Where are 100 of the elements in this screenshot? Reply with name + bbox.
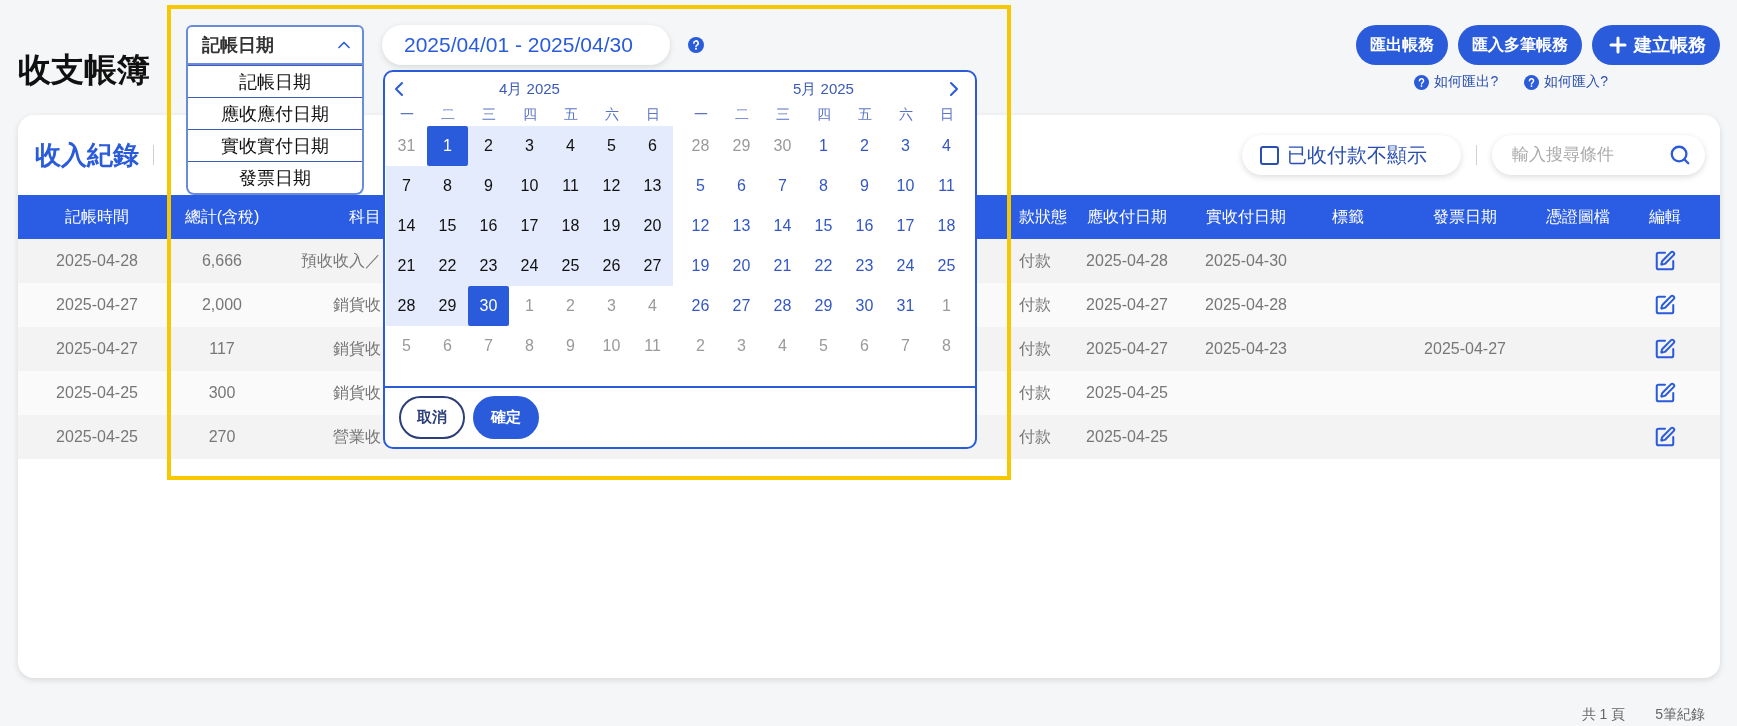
calendar-day[interactable]: 5: [591, 126, 632, 166]
calendar-day[interactable]: 14: [386, 206, 427, 246]
table-cell-text: 2025-04-27: [1085, 296, 1169, 314]
table-cell-text: 2025-04-27: [55, 340, 139, 358]
calendar-day[interactable]: 1: [427, 126, 468, 166]
edit-icon[interactable]: [1654, 338, 1676, 360]
edit-icon[interactable]: [1654, 250, 1676, 272]
weekday-label: 三: [774, 106, 791, 124]
calendar-day[interactable]: 11: [550, 166, 591, 206]
calendar-day[interactable]: 30: [844, 286, 885, 326]
calendar-day[interactable]: 28: [762, 286, 803, 326]
calendar-day[interactable]: 2: [844, 126, 885, 166]
calendar-day[interactable]: 27: [721, 286, 762, 326]
calendar-day[interactable]: 9: [844, 166, 885, 206]
table-cell-text: 2025-04-23: [1204, 340, 1288, 358]
edit-icon[interactable]: [1654, 382, 1676, 404]
calendar-day[interactable]: 20: [721, 246, 762, 286]
confirm-button[interactable]: 確定: [473, 396, 539, 439]
calendar-day[interactable]: 21: [762, 246, 803, 286]
calendar-day[interactable]: 4: [926, 126, 967, 166]
calendar-day[interactable]: 10: [509, 166, 550, 206]
calendar-day[interactable]: 26: [591, 246, 632, 286]
hide-paid-checkbox[interactable]: 已收付款不顯示: [1242, 135, 1461, 175]
calendar-day[interactable]: 13: [632, 166, 673, 206]
edit-icon[interactable]: [1654, 294, 1676, 316]
month-title: 4月 2025: [498, 79, 561, 99]
column-header: 發票日期: [1432, 206, 1498, 227]
table-cell-text: 2025-04-28: [1204, 296, 1288, 314]
action-button[interactable]: 匯出帳務: [1356, 25, 1448, 65]
calendar-day[interactable]: 6: [721, 166, 762, 206]
date-range-field[interactable]: 2025/04/01 - 2025/04/30: [382, 25, 670, 65]
table-cell-text: 2025-04-25: [55, 384, 139, 402]
table-cell-text: 付款: [1018, 338, 1052, 359]
help-link[interactable]: 如何匯入?: [1524, 73, 1608, 91]
calendar-day[interactable]: 12: [591, 166, 632, 206]
calendar-day[interactable]: 24: [509, 246, 550, 286]
calendar-day[interactable]: 15: [427, 206, 468, 246]
table-cell-text: 付款: [1018, 426, 1052, 447]
calendar-day[interactable]: 24: [885, 246, 926, 286]
calendar-day[interactable]: 28: [386, 286, 427, 326]
calendar-day[interactable]: 31: [885, 286, 926, 326]
help-icon: [1524, 74, 1540, 90]
dropdown-option[interactable]: 記帳日期: [188, 65, 362, 97]
calendar-day[interactable]: 2: [468, 126, 509, 166]
edit-icon[interactable]: [1654, 426, 1676, 448]
calendar-day[interactable]: 30: [468, 286, 509, 326]
calendar-day[interactable]: 25: [926, 246, 967, 286]
cancel-button[interactable]: 取消: [399, 396, 465, 439]
weekday-label: 日: [644, 106, 661, 124]
dropdown-option[interactable]: 應收應付日期: [188, 97, 362, 129]
calendar-day[interactable]: 8: [427, 166, 468, 206]
weekday-label: 四: [815, 106, 832, 124]
calendar-day[interactable]: 17: [509, 206, 550, 246]
calendar-day[interactable]: 16: [844, 206, 885, 246]
calendar-day[interactable]: 20: [632, 206, 673, 246]
calendar-day[interactable]: 23: [844, 246, 885, 286]
calendar-day[interactable]: 19: [591, 206, 632, 246]
calendar-day[interactable]: 18: [550, 206, 591, 246]
dropdown-option[interactable]: 發票日期: [188, 161, 362, 193]
calendar-day[interactable]: 3: [885, 126, 926, 166]
calendar-day[interactable]: 6: [632, 126, 673, 166]
calendar-day[interactable]: 5: [680, 166, 721, 206]
calendar-day[interactable]: 9: [468, 166, 509, 206]
calendar-day[interactable]: 19: [680, 246, 721, 286]
calendar-day[interactable]: 1: [803, 126, 844, 166]
calendar-day[interactable]: 16: [468, 206, 509, 246]
table-cell-text: 2025-04-30: [1204, 252, 1288, 270]
calendar-day[interactable]: 23: [468, 246, 509, 286]
calendar-day[interactable]: 14: [762, 206, 803, 246]
action-button[interactable]: 匯入多筆帳務: [1458, 25, 1582, 65]
calendar-day[interactable]: 27: [632, 246, 673, 286]
calendar-day[interactable]: 10: [885, 166, 926, 206]
calendar-day[interactable]: 7: [386, 166, 427, 206]
help-link[interactable]: 如何匯出?: [1414, 73, 1499, 91]
calendar-day[interactable]: 22: [427, 246, 468, 286]
calendar-day[interactable]: 8: [803, 166, 844, 206]
calendar-day[interactable]: 12: [680, 206, 721, 246]
checkbox[interactable]: [1260, 145, 1279, 165]
weekday-label: 二: [733, 106, 750, 124]
column-header: 編輯: [1648, 206, 1682, 227]
column-header: 科目: [348, 206, 382, 227]
calendar-day[interactable]: 26: [680, 286, 721, 326]
calendar-day[interactable]: 25: [550, 246, 591, 286]
calendar-day[interactable]: 17: [885, 206, 926, 246]
calendar-day[interactable]: 29: [803, 286, 844, 326]
date-type-select[interactable]: 記帳日期: [186, 25, 364, 65]
calendar-day[interactable]: 29: [427, 286, 468, 326]
search-icon[interactable]: [1669, 144, 1691, 166]
calendar-day[interactable]: 11: [926, 166, 967, 206]
calendar-day[interactable]: 22: [803, 246, 844, 286]
calendar-day[interactable]: 21: [386, 246, 427, 286]
calendar-day[interactable]: 7: [762, 166, 803, 206]
calendar-day[interactable]: 18: [926, 206, 967, 246]
calendar-day[interactable]: 13: [721, 206, 762, 246]
calendar-day[interactable]: 15: [803, 206, 844, 246]
calendar-day[interactable]: 3: [509, 126, 550, 166]
dropdown-option[interactable]: 實收實付日期: [188, 129, 362, 161]
calendar-day[interactable]: 4: [550, 126, 591, 166]
create-button[interactable]: 建立帳務: [1592, 25, 1720, 65]
help-icon: [1414, 74, 1430, 90]
